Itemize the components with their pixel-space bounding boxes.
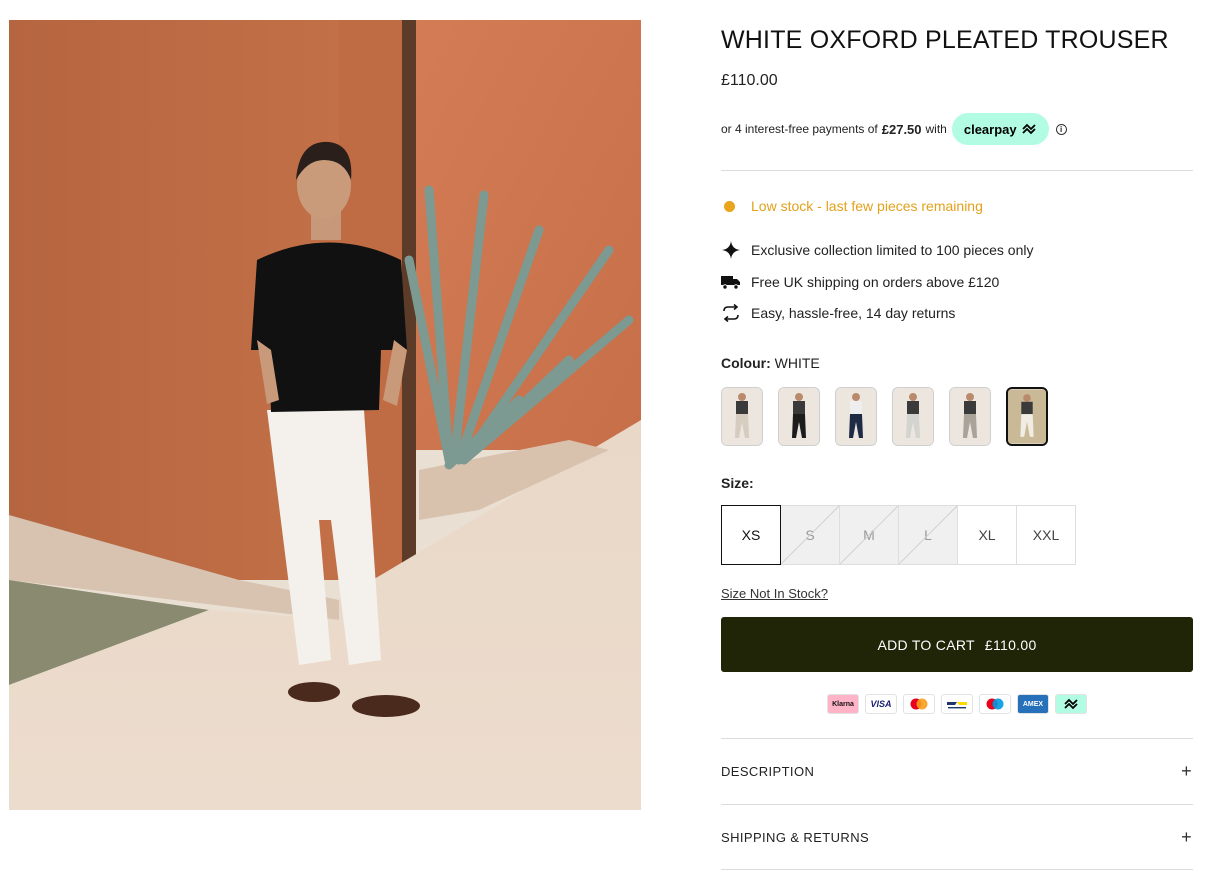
colour-swatch-grey[interactable] xyxy=(949,387,991,446)
add-to-cart-label: ADD TO CART xyxy=(877,636,975,653)
feature-exclusive: Exclusive collection limited to 100 piec… xyxy=(721,240,1033,260)
accordion-shipping-label: SHIPPING & RETURNS xyxy=(721,830,870,845)
stock-status: Low stock - last few pieces remaining xyxy=(721,198,983,214)
clearpay-text-after: with xyxy=(925,122,947,136)
clearpay-logo-icon xyxy=(1021,123,1036,135)
size-option-xs[interactable]: XS xyxy=(721,505,781,565)
swatch-thumbnail xyxy=(950,388,990,445)
stock-dot-icon xyxy=(724,200,735,212)
colour-swatch-black[interactable] xyxy=(778,387,820,446)
clearpay-amount: £27.50 xyxy=(881,121,922,137)
colour-swatch-light-grey[interactable] xyxy=(892,387,934,446)
plus-icon[interactable]: + xyxy=(1181,761,1192,782)
plus-icon[interactable]: + xyxy=(1181,827,1192,848)
mastercard-icon xyxy=(903,694,935,714)
swatch-thumbnail xyxy=(722,388,762,445)
bancontact-icon xyxy=(941,694,973,714)
visa-icon: VISA xyxy=(865,694,897,714)
colour-swatches xyxy=(721,387,1063,446)
sparkle-icon xyxy=(721,240,741,260)
clearpay-text-before: or 4 interest-free payments of xyxy=(721,122,878,136)
clearpay-pay-icon xyxy=(1055,694,1087,714)
colour-swatch-navy[interactable] xyxy=(835,387,877,446)
swatch-thumbnail xyxy=(779,388,819,445)
feature-shipping: Free UK shipping on orders above £120 xyxy=(721,272,999,292)
product-price: £110.00 xyxy=(721,72,778,89)
accordion-description-label: DESCRIPTION xyxy=(721,764,815,779)
add-to-cart-button[interactable]: ADD TO CART £110.00 xyxy=(721,617,1193,672)
size-label: Size: xyxy=(721,475,754,491)
maestro-icon xyxy=(979,694,1011,714)
size-option-s[interactable]: S xyxy=(780,505,840,565)
stock-message: Low stock - last few pieces remaining xyxy=(751,198,983,214)
size-option-l[interactable]: L xyxy=(898,505,958,565)
size-option-m[interactable]: M xyxy=(839,505,899,565)
amex-icon: AMEX xyxy=(1017,694,1049,714)
payment-methods: Klarna VISA AMEX xyxy=(827,694,1087,714)
size-option-label: XL xyxy=(978,527,996,543)
unavailable-slash-icon xyxy=(899,506,957,564)
klarna-icon: Klarna xyxy=(827,694,859,714)
swatch-thumbnail xyxy=(893,388,933,445)
feature-text: Exclusive collection limited to 100 piec… xyxy=(751,242,1034,258)
colour-value: WHITE xyxy=(774,355,820,371)
feature-returns: Easy, hassle-free, 14 day returns xyxy=(721,303,955,323)
returns-icon xyxy=(721,303,741,323)
clearpay-brand: clearpay xyxy=(963,121,1017,137)
colour-swatch-beige[interactable] xyxy=(721,387,763,446)
size-option-label: XS xyxy=(741,527,761,543)
divider xyxy=(721,170,1193,171)
info-icon[interactable]: i xyxy=(1055,123,1067,135)
swatch-thumbnail xyxy=(836,388,876,445)
unavailable-slash-icon xyxy=(840,506,898,564)
colour-label: Colour: WHITE xyxy=(721,355,820,371)
size-option-label: XXL xyxy=(1032,527,1060,543)
clearpay-installments: or 4 interest-free payments of £27.50 wi… xyxy=(721,113,1067,145)
size-selector: XS SML XL XXL xyxy=(721,505,1076,565)
accordion-shipping-returns[interactable]: SHIPPING & RETURNS + xyxy=(721,805,1193,870)
clearpay-badge[interactable]: clearpay xyxy=(951,113,1049,145)
feature-text: Easy, hassle-free, 14 day returns xyxy=(751,305,956,321)
add-to-cart-price: £110.00 xyxy=(984,636,1037,653)
feature-text: Free UK shipping on orders above £120 xyxy=(751,274,1000,290)
accordion-description[interactable]: DESCRIPTION + xyxy=(721,739,1193,804)
colour-swatch-white[interactable] xyxy=(1006,387,1048,446)
size-option-xxl[interactable]: XXL xyxy=(1016,505,1076,565)
colour-label-text: Colour: xyxy=(721,355,771,371)
product-title: WHITE OXFORD PLEATED TROUSER xyxy=(721,26,1169,54)
truck-icon xyxy=(721,272,741,292)
swatch-thumbnail xyxy=(1008,389,1046,444)
unavailable-slash-icon xyxy=(781,506,839,564)
divider xyxy=(721,869,1193,870)
size-option-xl[interactable]: XL xyxy=(957,505,1017,565)
product-image[interactable] xyxy=(9,20,641,810)
size-not-in-stock-link[interactable]: Size Not In Stock? xyxy=(721,586,828,601)
